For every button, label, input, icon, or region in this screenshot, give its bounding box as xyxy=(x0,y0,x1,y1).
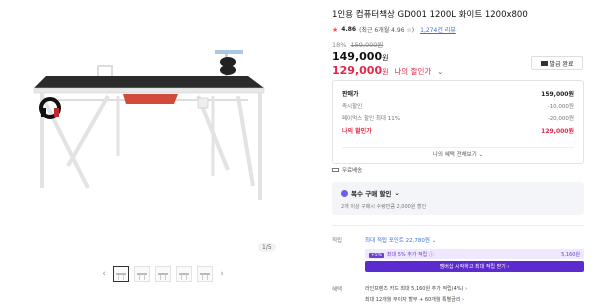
installment-benefit[interactable]: 최대 12개월 무이자 할부 + 60개월 특별금리 › xyxy=(365,296,464,303)
points-label: 적립 xyxy=(332,238,343,244)
coupon-icon xyxy=(540,60,548,66)
product-main-image[interactable] xyxy=(28,38,283,208)
thumbnail-1[interactable] xyxy=(113,266,129,282)
breakdown-label: 나의 할인가 xyxy=(342,128,372,136)
thumbnail-3[interactable] xyxy=(155,266,171,282)
plus-points-amount: 5,160원 xyxy=(561,251,580,258)
multi-buy-title: 복수 구매 할인 xyxy=(351,190,392,198)
breakdown-row: 판매가 159,000원 xyxy=(342,87,574,100)
membership-start-button[interactable]: 멤버십 시작하고 최대 적립 받기 › xyxy=(365,261,584,272)
original-price: 159,000원 xyxy=(350,41,384,49)
price-breakdown: 판매가 159,000원 즉시할인 -10,000원 페이먹스 할인 최대 11… xyxy=(332,80,584,164)
benefits-label: 혜택 xyxy=(332,287,343,293)
plus-points-text: 최대 5% 추가 적립 ⓘ xyxy=(386,251,434,258)
sale-price-unit: 원 xyxy=(382,54,389,62)
thumbnail-2[interactable] xyxy=(134,266,150,282)
sale-price: 149,000원 xyxy=(332,50,389,63)
plus-badge: +5% xyxy=(369,252,384,258)
free-shipping-label: 무료배송 xyxy=(342,168,363,174)
free-shipping: 무료배송 xyxy=(332,166,362,174)
breakdown-value: 159,000원 xyxy=(541,90,574,98)
breakdown-value: 129,000원 xyxy=(541,128,574,136)
star-icon: ★ xyxy=(332,25,339,34)
thumb-next-icon[interactable]: › xyxy=(218,269,226,279)
breakdown-divider xyxy=(342,147,574,148)
breakdown-label: 판매가 xyxy=(342,90,359,98)
product-title: 1인용 컴퓨터책상 GD001 1200L 화이트 1200x800 xyxy=(332,10,528,20)
my-price-value: 129,000 xyxy=(332,64,383,77)
chevron-down-icon: ⌄ xyxy=(394,189,400,197)
discount-row: 18% 159,000원 xyxy=(332,39,383,49)
thumbnail-strip: ‹ › xyxy=(100,266,226,282)
discount-rate: 18% xyxy=(332,41,347,49)
plus-points-text-wrap: +5% 최대 5% 추가 적립 ⓘ xyxy=(369,251,434,258)
thumbnail-4[interactable] xyxy=(176,266,192,282)
my-price-label: 나의 할인가 xyxy=(394,67,432,76)
sale-price-value: 149,000 xyxy=(332,50,383,63)
chevron-down-icon: ⌄ xyxy=(437,67,444,76)
product-gallery: 1/5 ‹ › xyxy=(0,0,318,308)
breakdown-label: 즉시할인 xyxy=(342,103,363,110)
discount-icon xyxy=(341,189,348,197)
thumb-prev-icon[interactable]: ‹ xyxy=(100,269,108,279)
plus-points-bar: +5% 최대 5% 추가 적립 ⓘ 5,160원 xyxy=(365,249,584,259)
breakdown-value: -20,000원 xyxy=(547,116,574,123)
card-benefit[interactable]: 라인프렌즈 카드 최대 5,160원 추가 적립(4%) › xyxy=(365,285,467,292)
multi-buy-desc: 2개 이상 구매시 수량만큼 2,000원 할인 xyxy=(341,204,427,210)
coupon-button-label: 발급 완료 xyxy=(549,60,574,68)
max-points[interactable]: 최대 적립 포인트 22,780원 ⌄ xyxy=(365,236,436,244)
section-divider xyxy=(332,225,584,226)
breakdown-row: 즉시할인 -10,000원 xyxy=(342,100,574,113)
my-discount-price[interactable]: 129,000원 나의 할인가 ⌄ xyxy=(332,64,443,77)
truck-icon xyxy=(332,168,339,172)
installment-benefit-text: 최대 12개월 무이자 할부 + 60개월 특별금리 xyxy=(365,297,461,303)
my-price-unit: 원 xyxy=(382,68,389,76)
multi-buy-discount[interactable]: 복수 구매 할인 ⌄ 2개 이상 구매시 수량만큼 2,000원 할인 xyxy=(332,182,584,215)
view-all-benefits-button[interactable]: 나의 혜택 전체보기 ⌄ xyxy=(333,150,583,158)
rating-score: 4.86 xyxy=(341,26,357,33)
coupon-issued-button[interactable]: 발급 완료 xyxy=(531,56,583,70)
breakdown-value: -10,000원 xyxy=(547,103,574,110)
breakdown-row: 페이먹스 할인 최대 11% -20,000원 xyxy=(342,112,574,125)
rating-row: ★ 4.86 (최근 6개월 4.96 ☆) 1,274건 리뷰 xyxy=(332,25,456,35)
multi-buy-title-row: 복수 구매 할인 ⌄ xyxy=(341,188,575,198)
chevron-right-icon: › xyxy=(462,297,465,303)
rating-note: (최근 6개월 4.96 ☆) xyxy=(359,27,415,34)
thumbnail-5[interactable] xyxy=(197,266,213,282)
review-count-link[interactable]: 1,274건 리뷰 xyxy=(420,25,456,34)
breakdown-label: 페이먹스 할인 최대 11% xyxy=(342,116,400,123)
breakdown-my-price-row: 나의 할인가 129,000원 xyxy=(342,125,574,138)
image-counter: 1/5 xyxy=(258,243,276,252)
